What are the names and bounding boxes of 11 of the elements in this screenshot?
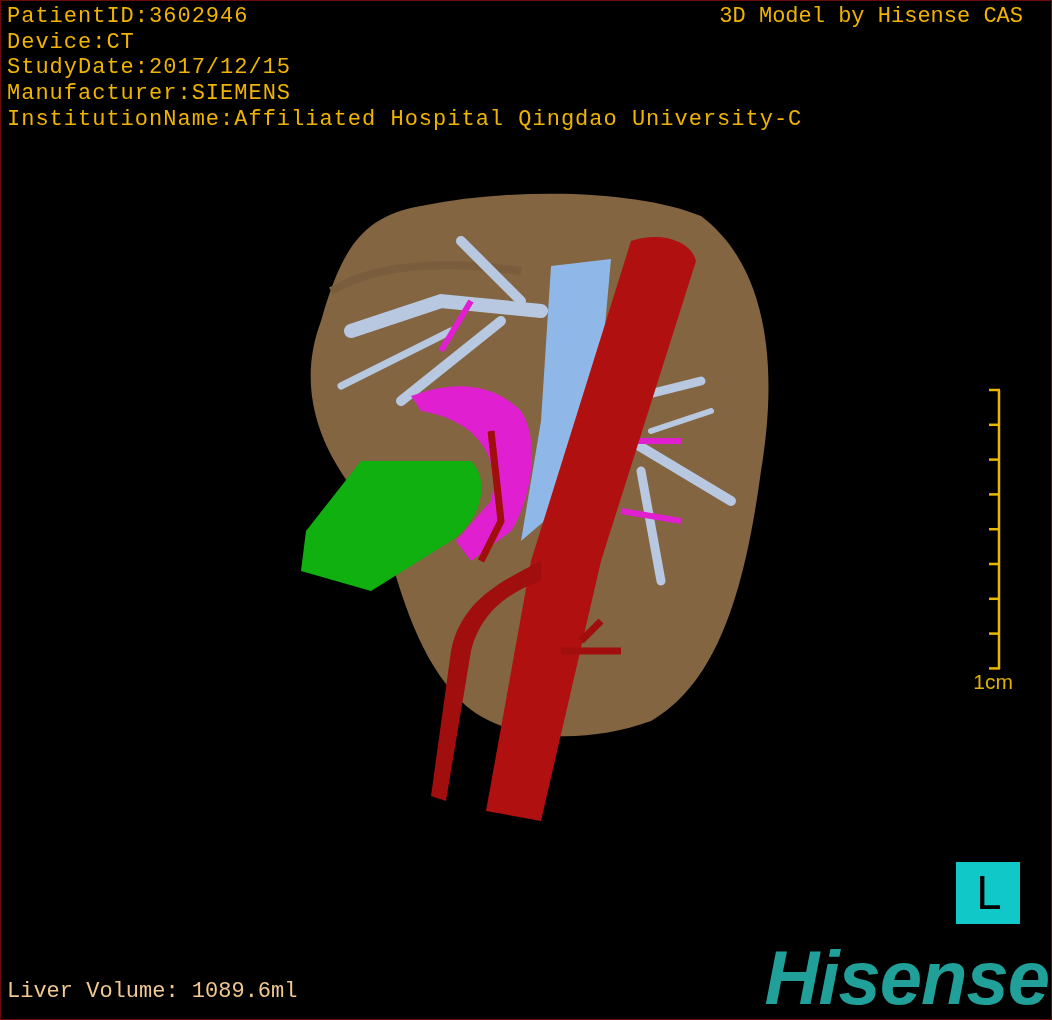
scale-bar-icon: [989, 388, 1001, 670]
logo-text: Hisense: [764, 936, 1049, 1019]
liver-volume-text: Liver Volume: 1089.6ml: [7, 979, 298, 1004]
patient-info-text: Device:CT: [7, 29, 135, 56]
patient-info-text: Manufacturer:SIEMENS: [7, 81, 292, 107]
credit-text: 3D Model by Hisense CAS: [719, 4, 1023, 30]
orientation-marker: L: [956, 862, 1020, 924]
patient-info-text: InstitutionName:Affiliated Hospital Qingdao University-C: [7, 106, 803, 133]
patient-info-text: StudyDate:2017/12/15: [7, 55, 292, 82]
patient-info-text: PatientID:3602946: [7, 4, 249, 30]
scale-label: 1cm: [973, 670, 1013, 694]
